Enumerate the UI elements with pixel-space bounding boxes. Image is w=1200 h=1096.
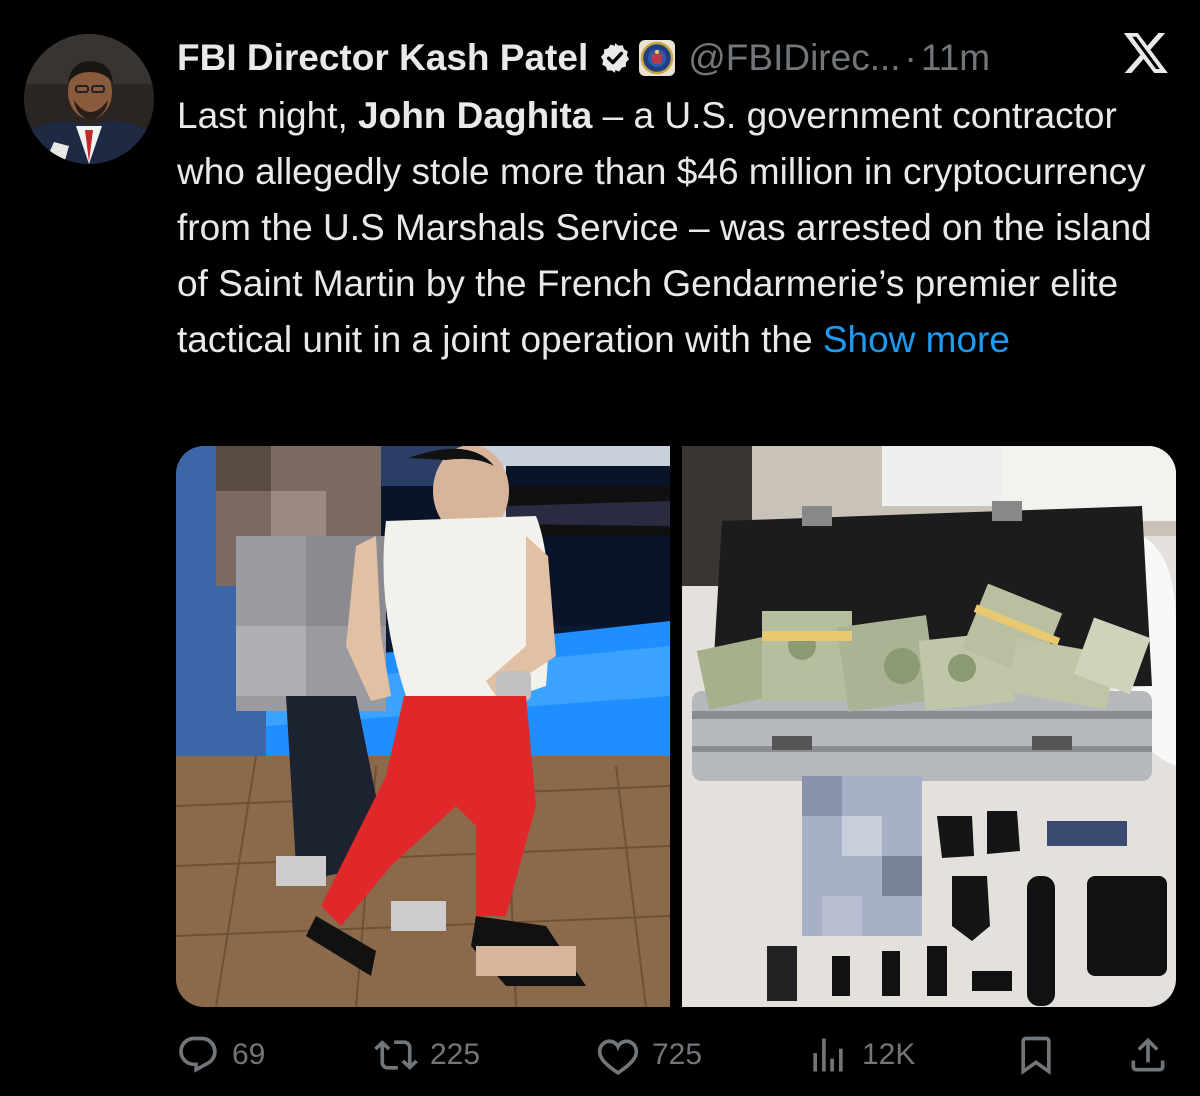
- repost-count: 225: [430, 1038, 481, 1071]
- heart-icon: [597, 1039, 639, 1076]
- reply-button[interactable]: 69: [176, 1030, 265, 1080]
- like-button[interactable]: 725: [596, 1030, 702, 1080]
- display-name[interactable]: FBI Director Kash Patel: [177, 37, 588, 79]
- tweet[interactable]: FBI Director Kash Patel @FBIDirec... · 1…: [0, 0, 1200, 1096]
- mentioned-name: John Daghita: [358, 95, 593, 136]
- views-button[interactable]: 12K: [806, 1030, 915, 1080]
- view-count: 12K: [862, 1038, 916, 1071]
- tweet-text-intro: Last night,: [177, 95, 359, 136]
- tweet-text: Last night, John Daghita – a U.S. govern…: [177, 88, 1182, 368]
- photo-seized-cash[interactable]: [682, 446, 1176, 1007]
- reply-bubble-icon: [179, 1036, 217, 1073]
- repost-button[interactable]: 225: [374, 1030, 480, 1080]
- bookmark-button[interactable]: [1014, 1030, 1058, 1080]
- author-avatar[interactable]: [24, 34, 154, 164]
- x-logo-icon[interactable]: [1122, 28, 1170, 76]
- action-bar: 69 225 725 12K: [176, 1030, 1176, 1080]
- author-handle[interactable]: @FBIDirec...: [688, 37, 900, 79]
- reply-count: 69: [232, 1038, 266, 1071]
- photo-arrest[interactable]: [176, 446, 670, 1007]
- show-more-link[interactable]: Show more: [823, 319, 1010, 360]
- tweet-header: FBI Director Kash Patel @FBIDirec... · 1…: [177, 30, 990, 86]
- share-button[interactable]: [1126, 1030, 1170, 1080]
- timestamp[interactable]: 11m: [921, 37, 990, 79]
- repost-arrows-icon: [374, 1040, 418, 1070]
- verified-check-icon[interactable]: [598, 41, 632, 75]
- media-grid[interactable]: [176, 446, 1176, 1007]
- share-upload-icon: [1131, 1037, 1165, 1072]
- analytics-bars-icon: [813, 1038, 843, 1072]
- fbi-seal-icon[interactable]: [638, 39, 676, 77]
- like-count: 725: [652, 1038, 703, 1071]
- separator-dot: ·: [904, 37, 917, 78]
- bookmark-icon: [1021, 1036, 1051, 1076]
